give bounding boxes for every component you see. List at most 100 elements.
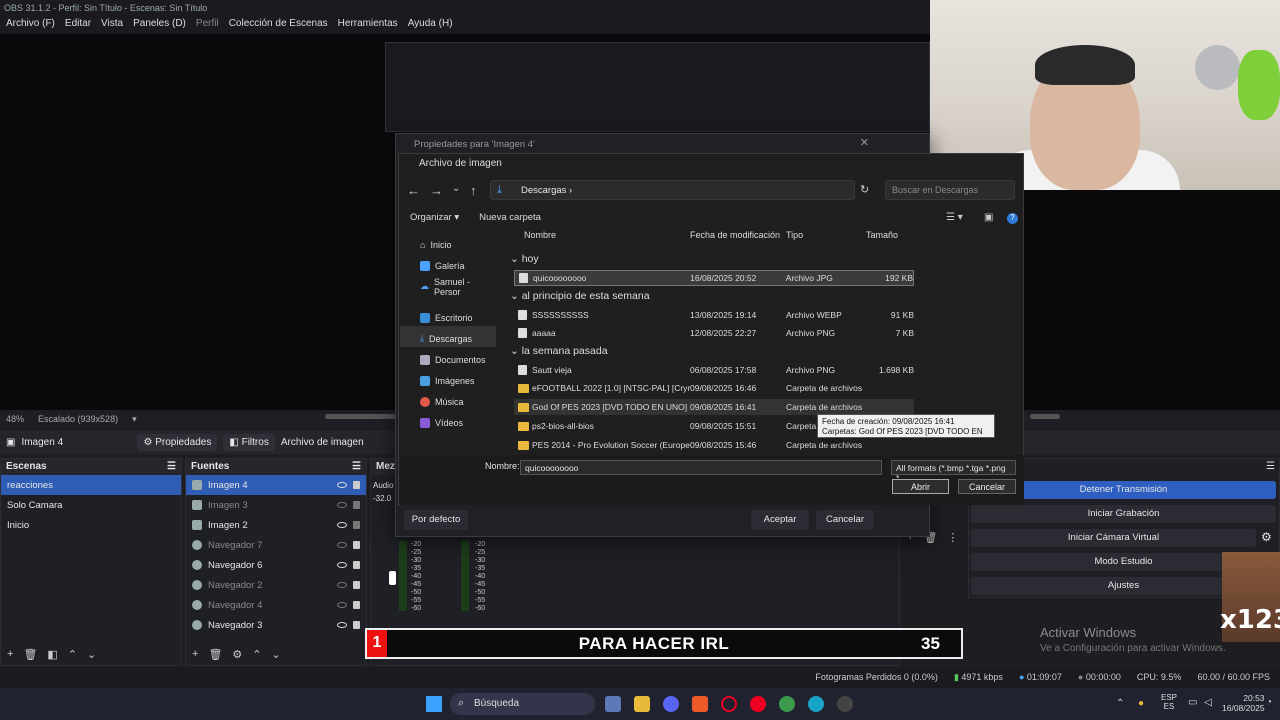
menu-perfil[interactable]: Perfil: [196, 18, 219, 32]
col-date[interactable]: Fecha de modificación: [690, 230, 786, 246]
dialog-cancel-button[interactable]: Cancelar: [958, 479, 1016, 494]
gear-icon[interactable]: ⚙: [232, 648, 242, 661]
eye-icon[interactable]: [337, 562, 347, 568]
add-icon[interactable]: +: [192, 648, 198, 661]
start-recording-button[interactable]: Iniciar Grabación: [971, 505, 1276, 523]
address-bar[interactable]: Descargas ›: [490, 180, 855, 200]
network-icon[interactable]: ▭: [1188, 697, 1197, 708]
chevron-down-icon[interactable]: ▾: [132, 414, 137, 425]
edge-icon[interactable]: [808, 696, 824, 712]
group-header[interactable]: ⌄ la semana pasada: [510, 345, 608, 357]
close-icon[interactable]: ✕: [860, 136, 869, 149]
nav-item[interactable]: ☁ Samuel - Persor: [400, 274, 496, 297]
group-header[interactable]: ⌄ hoy: [510, 253, 539, 265]
menu-coleccion[interactable]: Colección de Escenas: [229, 18, 328, 32]
arrow-down-icon[interactable]: ⌄: [272, 648, 281, 661]
notification-icon[interactable]: ◔: [1266, 697, 1272, 708]
windows-start-icon[interactable]: [426, 696, 442, 712]
arrow-up-icon[interactable]: ⌃: [68, 648, 77, 661]
eye-icon[interactable]: [337, 522, 347, 528]
search-input[interactable]: Buscar en Descargas: [885, 180, 1015, 200]
refresh-icon[interactable]: ↻: [860, 183, 869, 196]
source-item[interactable]: Imagen 4: [186, 475, 366, 495]
lock-icon[interactable]: [353, 581, 360, 589]
clock[interactable]: 20:53 16/08/2025: [1222, 693, 1265, 713]
file-row[interactable]: SSSSSSSSSS 13/08/2025 19:14 Archivo WEBP 91…: [514, 307, 914, 323]
taskbar-search[interactable]: Búsqueda: [450, 693, 595, 715]
chevron-up-icon[interactable]: ⌃: [1116, 698, 1124, 709]
help-icon[interactable]: ?: [1007, 213, 1018, 224]
menu-vista[interactable]: Vista: [101, 18, 123, 32]
source-item[interactable]: Navegador 6: [186, 555, 366, 575]
col-type[interactable]: Tipo: [786, 230, 866, 246]
file-row[interactable]: quicoooooooo 16/08/2025 20:52 Archivo JPG 1…: [514, 270, 914, 286]
volume-slider-handle[interactable]: [389, 571, 396, 585]
volume-icon[interactable]: ◁: [1204, 697, 1212, 708]
cancel-button[interactable]: Cancelar: [816, 510, 874, 530]
source-item[interactable]: Navegador 7: [186, 535, 366, 555]
dock-menu-icon[interactable]: ☰: [167, 461, 176, 473]
folder-row[interactable]: eFOOTBALL 2022 [1.0] [NTSC-PAL] [Crym...…: [514, 380, 914, 396]
nav-item[interactable]: Galería: [400, 253, 496, 274]
file-row[interactable]: Sautt vieja 06/08/2025 17:58 Archivo PNG 1.…: [514, 362, 914, 378]
trash-icon[interactable]: 🗑: [208, 648, 222, 661]
copilot-icon[interactable]: [605, 696, 621, 712]
folder-row[interactable]: God Of PES 2023 [DVD TODO EN UNO] 09/08/2…: [514, 399, 914, 415]
opera-gx-icon[interactable]: [750, 696, 766, 712]
menu-archivo[interactable]: Archivo (F): [6, 18, 55, 32]
lock-icon[interactable]: [353, 621, 360, 629]
view-icon[interactable]: ☰ ▾: [946, 212, 963, 223]
lock-icon[interactable]: [353, 501, 360, 509]
scene-item[interactable]: reacciones: [1, 475, 181, 495]
scene-item[interactable]: Solo Camara: [1, 495, 181, 515]
organize-button[interactable]: Organizar ▾: [410, 212, 459, 223]
new-folder-button[interactable]: Nueva carpeta: [479, 212, 541, 223]
arrow-up-icon[interactable]: ⌃: [252, 648, 261, 661]
default-button[interactable]: Por defecto: [404, 510, 468, 530]
source-item[interactable]: Navegador 2: [186, 575, 366, 595]
nav-item[interactable]: Escritorio: [400, 305, 496, 326]
trash-icon[interactable]: 🗑: [23, 648, 37, 661]
lock-icon[interactable]: [353, 521, 360, 529]
source-item[interactable]: Navegador 3: [186, 615, 366, 635]
start-virtual-camera-button[interactable]: Iniciar Cámara Virtual: [971, 529, 1256, 547]
nav-item[interactable]: ⌂ Inicio: [400, 232, 496, 253]
source-item[interactable]: Imagen 3: [186, 495, 366, 515]
scene-item[interactable]: Inicio: [1, 515, 181, 535]
more-icon[interactable]: ⋮: [947, 531, 958, 544]
dock-menu-icon[interactable]: ☰: [1266, 461, 1275, 472]
lock-icon[interactable]: [353, 561, 360, 569]
source-item[interactable]: Navegador 4: [186, 595, 366, 615]
arrow-down-icon[interactable]: ⌄: [87, 648, 96, 661]
nav-item[interactable]: Imágenes: [400, 368, 496, 389]
source-item[interactable]: Imagen 2: [186, 515, 366, 535]
discord-icon[interactable]: [663, 696, 679, 712]
nav-item[interactable]: Música: [400, 389, 496, 410]
menu-editar[interactable]: Editar: [65, 18, 91, 32]
nav-item[interactable]: ⤓ Descargas: [400, 326, 496, 347]
filters-button[interactable]: ◧ Filtros: [223, 433, 275, 451]
file-type-select[interactable]: All formats (*.bmp *.tga *.png *: [891, 460, 1016, 483]
dock-menu-icon[interactable]: ☰: [352, 461, 361, 473]
eye-icon[interactable]: [337, 622, 347, 628]
col-size[interactable]: Tamaño: [866, 230, 916, 246]
file-explorer-icon[interactable]: [634, 696, 650, 712]
horizontal-scrollbar-right[interactable]: [1030, 414, 1060, 419]
eye-icon[interactable]: [337, 482, 347, 488]
chrome-icon[interactable]: [779, 696, 795, 712]
col-name[interactable]: Nombre: [506, 230, 690, 246]
preview-pane-icon[interactable]: ▣: [984, 212, 993, 223]
zoom-level[interactable]: 48%: [6, 414, 24, 424]
brave-icon[interactable]: [692, 696, 708, 712]
lock-icon[interactable]: [353, 601, 360, 609]
horizontal-scrollbar[interactable]: [325, 414, 405, 419]
language-indicator[interactable]: ESP ES: [1161, 693, 1177, 711]
group-header[interactable]: ⌄ al principio de esta semana: [510, 290, 650, 302]
filename-input[interactable]: quicoooooooo: [520, 460, 882, 475]
open-button[interactable]: Abrir: [892, 479, 949, 494]
nav-item[interactable]: Vídeos: [400, 410, 496, 431]
eye-hidden-icon[interactable]: [337, 602, 347, 608]
up-icon[interactable]: ↑: [470, 183, 477, 198]
obs-icon[interactable]: [837, 696, 853, 712]
opera-icon[interactable]: [721, 696, 737, 712]
